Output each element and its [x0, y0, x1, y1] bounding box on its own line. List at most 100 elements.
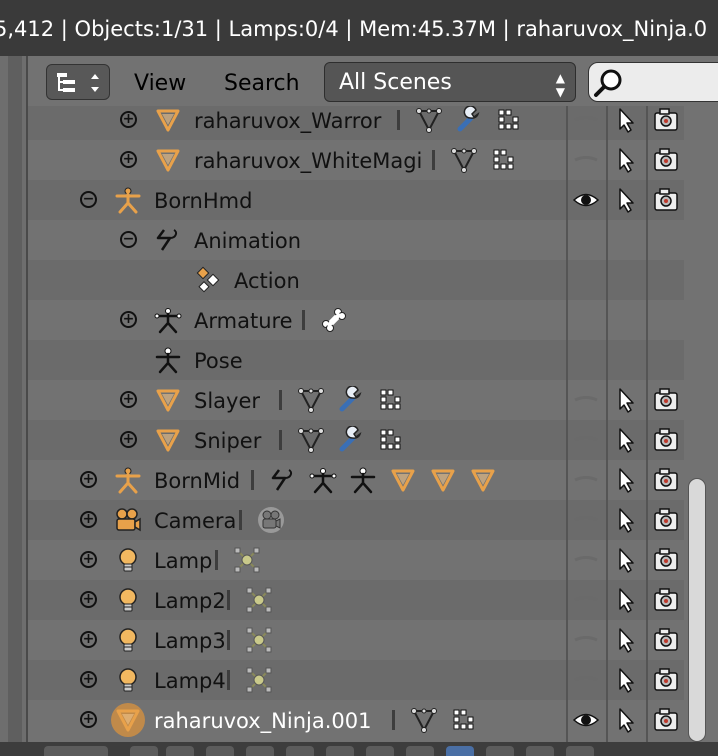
row-label[interactable]: raharuvox_Ninja.001 — [154, 700, 372, 742]
render-camera-icon[interactable] — [652, 106, 680, 134]
action-icon[interactable] — [194, 266, 222, 294]
lamp-object-icon[interactable] — [114, 586, 142, 614]
render-camera-icon[interactable] — [652, 706, 680, 734]
lamp-data-icon[interactable] — [245, 586, 273, 614]
selectable-cursor-icon[interactable] — [612, 546, 640, 574]
row-label[interactable]: Armature — [194, 300, 293, 342]
render-camera-icon[interactable] — [652, 626, 680, 654]
vertex-groups-icon[interactable] — [495, 106, 523, 134]
eye-icon[interactable] — [572, 186, 600, 214]
mesh-data-icon[interactable] — [410, 706, 438, 734]
mesh-object-icon[interactable] — [154, 426, 182, 454]
selectable-cursor-icon[interactable] — [612, 386, 640, 414]
expand-toggle[interactable]: + — [120, 111, 137, 128]
vertex-groups-icon[interactable] — [377, 386, 405, 414]
outliner-row[interactable]: − BornHmd — [28, 180, 684, 220]
expand-toggle[interactable]: + — [80, 511, 97, 528]
row-label[interactable]: raharuvox_Warror — [194, 106, 381, 142]
render-camera-icon[interactable] — [652, 586, 680, 614]
modifier-wrench-icon[interactable] — [337, 385, 365, 414]
selectable-cursor-icon[interactable] — [612, 186, 640, 214]
lamp-data-icon[interactable] — [245, 666, 273, 694]
selectable-cursor-icon[interactable] — [612, 426, 640, 454]
pose-icon[interactable] — [154, 346, 182, 374]
armature-object-icon[interactable] — [114, 186, 142, 214]
eye-closed-icon[interactable] — [572, 106, 600, 134]
collapse-toggle[interactable]: − — [80, 191, 97, 208]
expand-toggle[interactable]: + — [80, 671, 97, 688]
armature-data-icon[interactable] — [154, 306, 182, 334]
row-label[interactable]: Pose — [194, 340, 243, 382]
selectable-cursor-icon[interactable] — [612, 626, 640, 654]
lamp-data-icon[interactable] — [245, 626, 273, 654]
mesh-object-icon[interactable] — [389, 466, 417, 494]
eye-closed-icon[interactable] — [572, 586, 600, 614]
animation-icon[interactable] — [154, 226, 182, 254]
outliner-row[interactable]: + Lamp — [28, 540, 684, 580]
selectable-cursor-icon[interactable] — [612, 586, 640, 614]
row-label[interactable]: Lamp — [154, 540, 212, 582]
row-label[interactable]: Slayer — [194, 380, 260, 422]
row-label[interactable]: Lamp4 — [154, 660, 226, 702]
expand-toggle[interactable]: + — [120, 311, 137, 328]
search-input[interactable] — [588, 62, 718, 102]
pose-icon[interactable] — [349, 466, 377, 494]
selectable-cursor-icon[interactable] — [612, 106, 640, 134]
scrollbar-thumb[interactable] — [688, 478, 706, 742]
vertex-groups-icon[interactable] — [377, 426, 405, 454]
editor-type-button[interactable] — [46, 64, 110, 100]
selectable-cursor-icon[interactable] — [612, 466, 640, 494]
selectable-cursor-icon[interactable] — [612, 146, 640, 174]
modifier-wrench-icon[interactable] — [337, 425, 365, 454]
lamp-object-icon[interactable] — [114, 626, 142, 654]
outliner-row[interactable]: Action — [28, 260, 684, 300]
render-camera-icon[interactable] — [652, 546, 680, 574]
outliner-row[interactable]: Pose — [28, 340, 684, 380]
outliner-row[interactable]: + BornMid — [28, 460, 684, 500]
row-label[interactable]: Lamp2 — [154, 580, 226, 622]
row-label[interactable]: BornMid — [154, 460, 240, 502]
mesh-object-icon[interactable] — [154, 146, 182, 174]
selectable-cursor-icon[interactable] — [612, 666, 640, 694]
mesh-data-icon[interactable] — [450, 146, 478, 174]
outliner-row[interactable]: + Lamp4 — [28, 660, 684, 700]
mesh-object-icon[interactable] — [111, 703, 145, 737]
outliner-row[interactable]: + Camera — [28, 500, 684, 540]
row-label[interactable]: Animation — [194, 220, 301, 262]
eye-closed-icon[interactable] — [572, 426, 600, 454]
collapse-toggle[interactable]: − — [120, 231, 137, 248]
eye-closed-icon[interactable] — [572, 146, 600, 174]
mesh-data-icon[interactable] — [415, 106, 443, 134]
expand-toggle[interactable]: + — [80, 631, 97, 648]
expand-toggle[interactable]: + — [80, 591, 97, 608]
mesh-data-icon[interactable] — [297, 386, 325, 414]
mesh-object-icon[interactable] — [154, 386, 182, 414]
row-label[interactable]: Lamp3 — [154, 620, 226, 662]
outliner-row[interactable]: + Armature — [28, 300, 684, 340]
mesh-object-icon[interactable] — [154, 106, 182, 134]
eye-closed-icon[interactable] — [572, 666, 600, 694]
render-camera-icon[interactable] — [652, 146, 680, 174]
outliner-row[interactable]: + raharuvox_Ninja.001 — [28, 700, 684, 740]
render-camera-icon[interactable] — [652, 186, 680, 214]
armature-object-icon[interactable] — [114, 466, 142, 494]
eye-closed-icon[interactable] — [572, 466, 600, 494]
display-mode-dropdown[interactable]: All Scenes ▲ ▼ — [324, 62, 576, 102]
render-camera-icon[interactable] — [652, 666, 680, 694]
expand-toggle[interactable]: + — [80, 711, 97, 728]
render-camera-icon[interactable] — [652, 426, 680, 454]
render-camera-icon[interactable] — [652, 386, 680, 414]
selectable-cursor-icon[interactable] — [612, 706, 640, 734]
outliner-row[interactable]: + Lamp3 — [28, 620, 684, 660]
search-menu[interactable]: Search — [224, 66, 300, 102]
eye-closed-icon[interactable] — [572, 546, 600, 574]
outliner-row[interactable]: + raharuvox_WhiteMagi — [28, 140, 684, 180]
eye-closed-icon[interactable] — [572, 386, 600, 414]
expand-toggle[interactable]: + — [120, 391, 137, 408]
row-label[interactable]: Sniper — [194, 420, 261, 462]
eye-closed-icon[interactable] — [572, 506, 600, 534]
outliner-row[interactable]: + Slayer — [28, 380, 684, 420]
expand-toggle[interactable]: + — [120, 431, 137, 448]
render-camera-icon[interactable] — [652, 466, 680, 494]
camera-object-icon[interactable] — [114, 506, 142, 534]
